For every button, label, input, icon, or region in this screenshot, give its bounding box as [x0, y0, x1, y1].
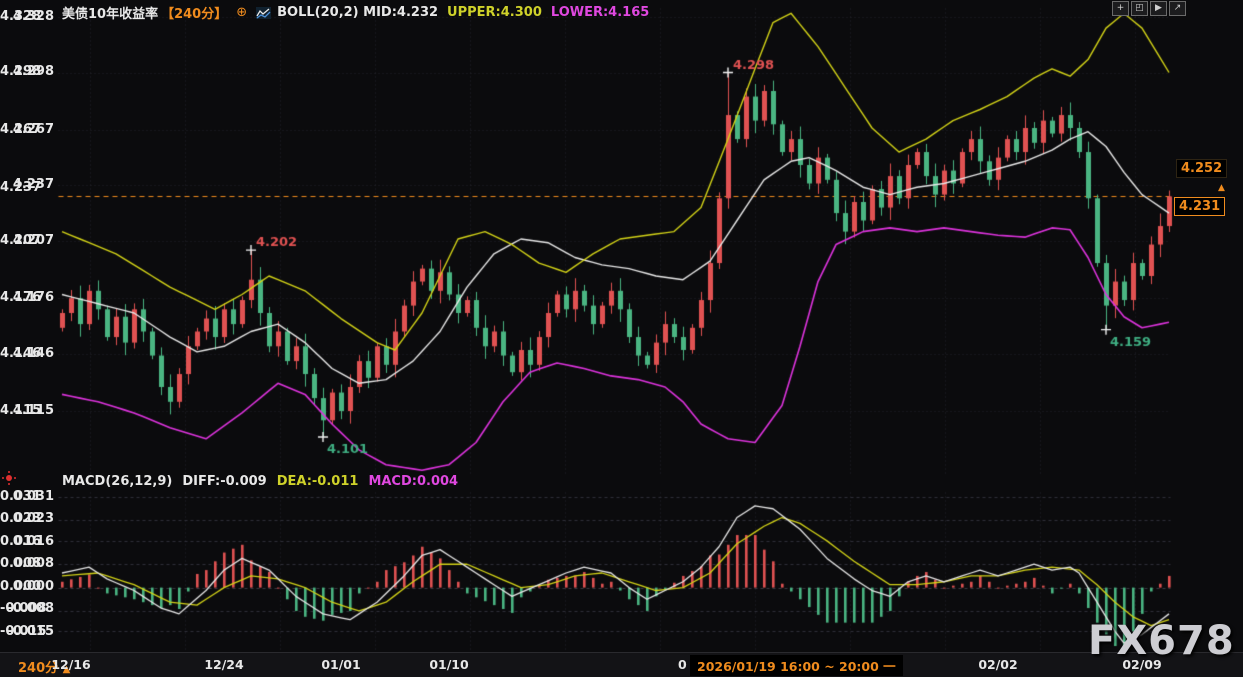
boll-upper-label: UPPER:4.300 — [447, 5, 542, 20]
date-tick: 01/01 — [311, 657, 371, 672]
macd-dea-label: DEA:-0.011 — [277, 474, 359, 489]
timeframe-label[interactable]: 【240分】 — [161, 3, 227, 22]
price-axis-label: 4.115 — [0, 403, 41, 418]
crosshair-tool-button[interactable]: + — [1112, 1, 1129, 16]
instrument-title: 美债10年收益率 — [62, 3, 158, 22]
price-axis-label: 4.267 — [0, 122, 41, 137]
macd-diff-label: DIFF:-0.009 — [182, 474, 266, 489]
macd-axis-label: 0.023 — [0, 511, 41, 526]
macd-macd-label: MACD:0.004 — [368, 474, 458, 489]
price-axis-label: 4.176 — [0, 290, 41, 305]
boll-value-label: BOLL(20,2) MID:4.232 — [277, 5, 438, 20]
macd-axis-label: -0.008 — [0, 601, 47, 616]
chart-canvas[interactable] — [0, 0, 1243, 677]
date-tick-partial: 0 — [678, 657, 687, 672]
date-tick: 12/16 — [41, 657, 101, 672]
chart-toolbar: + ◰ ▶ ↗ — [1112, 1, 1186, 16]
macd-axis-label: -0.015 — [0, 624, 47, 639]
indicator-chart-icon[interactable] — [256, 7, 271, 19]
chart-header: 美债10年收益率 【240分】 ⊕ BOLL(20,2) MID:4.232 U… — [62, 3, 649, 22]
date-tick: 12/24 — [194, 657, 254, 672]
date-tick: 02/02 — [968, 657, 1028, 672]
chart-window: 美债10年收益率 【240分】 ⊕ BOLL(20,2) MID:4.232 U… — [0, 0, 1243, 677]
boll-lower-label: LOWER:4.165 — [551, 5, 649, 20]
price-axis-label: 4.237 — [0, 180, 41, 195]
latest-marker-icon: ▲ — [1218, 183, 1225, 193]
play-button[interactable]: ▶ — [1150, 1, 1167, 16]
price-axis-label: 4.146 — [0, 346, 41, 361]
price-axis-label: 4.207 — [0, 233, 41, 248]
watermark: FX678 — [1088, 618, 1235, 664]
price-axis-label: 4.328 — [0, 9, 41, 24]
pan-tool-button[interactable]: ◰ — [1131, 1, 1148, 16]
macd-axis-label: 0.031 — [0, 489, 41, 504]
macd-axis-label: 0.000 — [0, 579, 41, 594]
macd-axis-label: 0.008 — [0, 556, 41, 571]
last-price-badge: 4.231 — [1174, 197, 1225, 216]
date-tick: 01/10 — [419, 657, 479, 672]
macd-header: MACD(26,12,9) DIFF:-0.009 DEA:-0.011 MAC… — [62, 474, 458, 489]
time-axis-bar — [0, 652, 1243, 677]
add-indicator-icon[interactable]: ⊕ — [236, 5, 247, 20]
macd-params-label: MACD(26,12,9) — [62, 474, 172, 489]
price-axis-label: 4.298 — [0, 64, 41, 79]
macd-axis-label: 0.016 — [0, 534, 41, 549]
export-button[interactable]: ↗ — [1169, 1, 1186, 16]
crosshair-date-tooltip: 2026/01/19 16:00 ~ 20:00 一 — [690, 655, 903, 676]
alert-icon — [6, 475, 12, 481]
prev-close-badge: 4.252 — [1176, 159, 1227, 178]
